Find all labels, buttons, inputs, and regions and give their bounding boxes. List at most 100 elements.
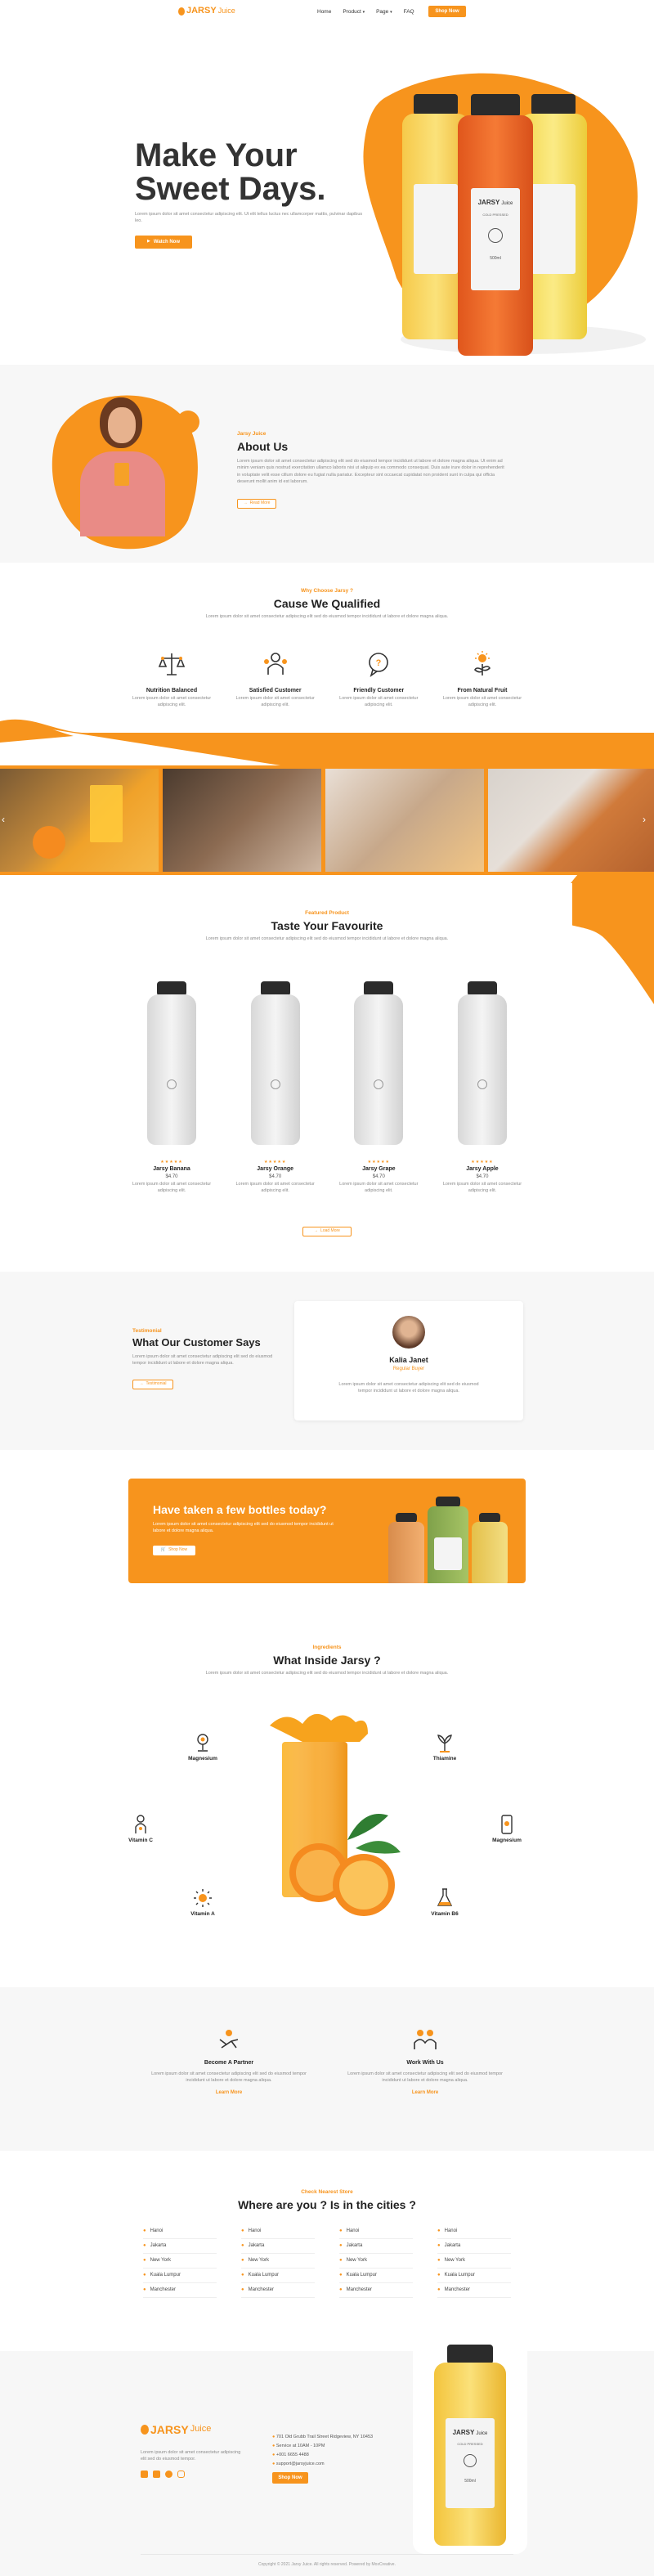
footer-email[interactable]: ● support@jarsyjuice.com (272, 2460, 373, 2469)
main-nav: Home Product ▾ Page ▾ FAQ (317, 8, 414, 16)
testimonial-section: Testimonial What Our Customer Says Lorem… (0, 1272, 654, 1450)
partner-text: Lorem ipsum dolor sit amet consectetur a… (151, 2071, 307, 2084)
city-item[interactable]: ● Kuala Lumpur (241, 2269, 315, 2283)
product-card[interactable]: ★★★★★ Jarsy Banana $4.70 Lorem ipsum dol… (127, 981, 217, 1210)
city-label: Hanoi (346, 2228, 360, 2234)
about-kicker: Jarsy Juice (237, 431, 267, 437)
city-label: Hanoi (444, 2228, 458, 2234)
why-kicker: Why Choose Jarsy ? (301, 588, 353, 594)
city-item[interactable]: ● Hanoi (241, 2224, 315, 2239)
chevron-down-icon: ▾ (362, 10, 365, 15)
bottle-cap (531, 94, 576, 115)
feature-item: From Natural Fruit Lorem ipsum dolor sit… (437, 646, 527, 709)
product-card[interactable]: ★★★★★ Jarsy Apple $4.70 Lorem ipsum dolo… (437, 981, 527, 1210)
pinterest-icon[interactable] (165, 2471, 172, 2478)
brand-logo[interactable]: JARSY Juice (178, 5, 235, 18)
orange-fruit-icon (167, 1079, 177, 1089)
facebook-icon[interactable] (141, 2471, 148, 2478)
twitter-icon[interactable] (153, 2471, 160, 2478)
city-item[interactable]: ● Kuala Lumpur (437, 2269, 511, 2283)
location-pin-icon: ● (241, 2258, 244, 2264)
ingredient-label: Magnesium (188, 1756, 217, 1761)
nav-product[interactable]: Product ▾ (343, 8, 365, 16)
nav-home[interactable]: Home (317, 8, 331, 16)
feature-item: ? Friendly Customer Lorem ipsum dolor si… (334, 646, 423, 709)
footer-bottle: JARSY Juice COLD PRESSED 500ml (434, 2345, 506, 2546)
logo-mark-icon (141, 2425, 149, 2435)
city-item[interactable]: ● Manchester (339, 2283, 413, 2298)
testimonial-button-label: Testimonial (146, 1381, 167, 1387)
product-name: Jarsy Orange (257, 1166, 294, 1173)
partner-link[interactable]: Learn More (343, 2089, 507, 2097)
feature-text: Lorem ipsum dolor sit amet consectetur a… (235, 696, 315, 708)
city-item[interactable]: ● Jakarta (437, 2239, 511, 2254)
location-pin-icon: ● (339, 2243, 343, 2249)
hero-watch-label: Watch Now (153, 239, 180, 245)
header-shop-button[interactable]: Shop Now (428, 6, 466, 17)
about-body: Lorem ipsum dolor sit amet consectetur a… (237, 459, 504, 484)
city-item[interactable]: ● Manchester (437, 2283, 511, 2298)
gallery-photo-friends (325, 769, 484, 872)
cart-icon: 🛒 (160, 1547, 167, 1553)
nav-page[interactable]: Page ▾ (376, 8, 392, 16)
city-item[interactable]: ● Jakarta (143, 2239, 217, 2254)
city-label: Manchester (150, 2287, 176, 2293)
ingredient-item: Magnesium (178, 1732, 227, 1762)
bottle-label-text: COLD PRESSED (482, 212, 508, 217)
logo-subtext: Juice (190, 2424, 212, 2435)
product-card[interactable]: ★★★★★ Jarsy Orange $4.70 Lorem ipsum dol… (231, 981, 320, 1210)
hero-watch-button[interactable]: ▶ Watch Now (135, 236, 192, 249)
partner-text: Lorem ipsum dolor sit amet consectetur a… (347, 2071, 503, 2084)
city-item[interactable]: ● Kuala Lumpur (143, 2269, 217, 2283)
footer-phone[interactable]: ● +001 6655 4488 (272, 2451, 373, 2460)
city-item[interactable]: ● New York (241, 2254, 315, 2269)
ingredient-item: Magnesium (482, 1814, 531, 1844)
city-label: Jakarta (444, 2243, 461, 2249)
city-label: Kuala Lumpur (150, 2273, 181, 2278)
city-item[interactable]: ● New York (437, 2254, 511, 2269)
team-icon (411, 2026, 439, 2054)
testimonial-button[interactable]: → Testimonial (132, 1380, 173, 1389)
arrow-right-icon: → (314, 1228, 319, 1234)
city-item[interactable]: ● New York (143, 2254, 217, 2269)
about-read-more-button[interactable]: → Read More (237, 499, 276, 509)
city-item[interactable]: ● Jakarta (241, 2239, 315, 2254)
logo-mark-icon (178, 7, 185, 16)
play-icon: ▶ (147, 239, 150, 245)
product-price: $4.70 (372, 1174, 385, 1180)
feature-item: Nutrition Balanced Lorem ipsum dolor sit… (127, 646, 217, 709)
city-item[interactable]: ● New York (339, 2254, 413, 2269)
city-item[interactable]: ● Hanoi (339, 2224, 413, 2239)
product-card[interactable]: ★★★★★ Jarsy Grape $4.70 Lorem ipsum dolo… (334, 981, 423, 1210)
gallery-prev-button[interactable]: ‹ (2, 813, 5, 827)
city-label: New York (444, 2258, 465, 2264)
hero-bottle-center: JARSY Juice COLD PRESSED 500ml (458, 94, 533, 356)
customer-role: Regular Buyer (392, 1367, 425, 1371)
ingredient-label: Vitamin C (128, 1838, 153, 1843)
location-pin-icon: ● (272, 2435, 275, 2439)
hero-title-line-1: Make Your (135, 137, 298, 173)
city-item[interactable]: ● Kuala Lumpur (339, 2269, 413, 2283)
cta-shop-button[interactable]: 🛒 Shop Now (153, 1546, 195, 1555)
city-item[interactable]: ● Hanoi (437, 2224, 511, 2239)
footer-shop-button[interactable]: Shop Now (272, 2472, 308, 2484)
product-bottle (250, 981, 300, 1145)
cities-kicker: Check Nearest Store (301, 2189, 353, 2195)
partner-section: Become A Partner Lorem ipsum dolor sit a… (0, 1987, 654, 2151)
ingredient-label: Vitamin B6 (431, 1911, 459, 1917)
instagram-icon[interactable] (177, 2471, 185, 2478)
city-label: Hanoi (248, 2228, 262, 2234)
city-item[interactable]: ● Hanoi (143, 2224, 217, 2239)
city-item[interactable]: ● Manchester (143, 2283, 217, 2298)
nav-faq[interactable]: FAQ (404, 8, 414, 16)
hero-title-line-2: Sweet Days. (135, 170, 326, 207)
footer-logo[interactable]: JARSY Juice (141, 2421, 211, 2438)
city-item[interactable]: ● Manchester (241, 2283, 315, 2298)
partner-link[interactable]: Learn More (147, 2089, 311, 2097)
city-item[interactable]: ● Jakarta (339, 2239, 413, 2254)
feature-item: Satisfied Customer Lorem ipsum dolor sit… (231, 646, 320, 709)
gallery-next-button[interactable]: › (643, 813, 646, 827)
logo-text: JARSY (186, 6, 217, 16)
arrow-right-icon: → (243, 500, 248, 506)
load-more-button[interactable]: → Load More (302, 1227, 352, 1236)
